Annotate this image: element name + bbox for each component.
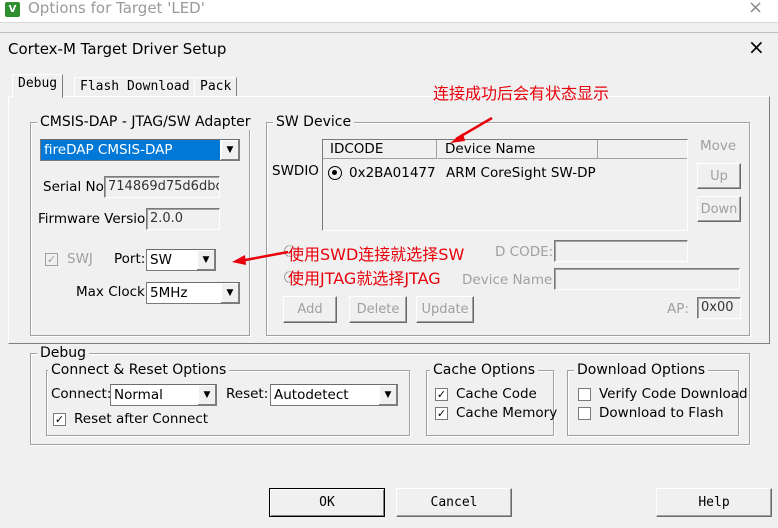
parent-close-icon[interactable]: × [748,0,763,18]
cache-memory-checkbox[interactable]: ✓ [435,407,448,420]
port-arrow-icon [232,250,289,265]
jtag-annotation: 使用JTAG就选择JTAG [288,265,441,289]
cancel-button[interactable]: Cancel [396,488,512,517]
port-select[interactable]: SW ▼ [146,249,216,271]
device-row-idcode[interactable]: 0x2BA01477 [349,165,436,181]
max-clock-value: 5MHz [150,285,188,301]
reset-after-connect-checkbox[interactable]: ✓ [53,413,66,426]
connect-reset-group-label: Connect & Reset Options [48,362,230,378]
verify-code-download-checkbox[interactable] [578,388,591,401]
max-clock-label: Max Clock: [76,284,150,300]
tab-pack[interactable]: Pack [194,77,238,97]
chevron-down-icon[interactable]: ▼ [197,385,216,405]
id-code-label: D CODE: [495,244,554,260]
serial-label: Serial No: [43,179,109,195]
add-button[interactable]: Add [283,296,337,323]
device-name-field [554,268,740,290]
chevron-down-icon[interactable]: ▼ [220,140,239,160]
connect-select[interactable]: Normal ▼ [110,384,217,406]
adapter-select-value: fireDAP CMSIS-DAP [44,142,173,158]
connect-select-value: Normal [114,387,163,403]
adapter-select[interactable]: fireDAP CMSIS-DAP ▼ [40,139,240,161]
cache-code-label: Cache Code [456,386,537,402]
sw-device-group-label: SW Device [273,114,355,130]
download-to-flash-label: Download to Flash [599,405,724,421]
serial-field: 714869d75d6dbc4 [104,176,220,198]
status-arrow-icon [450,116,493,143]
firmware-label: Firmware Version: [38,211,159,227]
idcode-column-header[interactable]: IDCODE [323,140,437,159]
download-options-group [567,370,739,436]
swj-label: SWJ [67,251,93,267]
ap-field: 0x00 [697,297,741,319]
move-label: Move [700,138,737,154]
status-annotation: 连接成功后会有状态显示 [433,84,610,103]
tab-debug[interactable]: Debug [12,74,64,98]
down-button[interactable]: Down [697,196,741,222]
up-button[interactable]: Up [697,163,741,189]
port-label: Port: [114,251,146,267]
download-to-flash-checkbox[interactable] [578,407,591,420]
connect-label: Connect: [51,386,112,402]
swd-annotation: 使用SWD连接就选择SW [288,241,465,265]
device-name-label: Device Name: [462,272,557,288]
max-clock-select[interactable]: 5MHz ▼ [146,282,240,304]
reset-select-value: Autodetect [274,387,349,403]
swdio-label: SWDIO [272,163,319,179]
adapter-group-label: CMSIS-DAP - JTAG/SW Adapter [37,114,254,130]
tab-flash-download[interactable]: Flash Download [74,77,196,97]
cache-options-group-label: Cache Options [430,362,539,378]
ap-label: AP: [667,301,689,317]
cache-memory-label: Cache Memory [456,405,558,421]
selected-radio-icon[interactable] [328,166,342,180]
reset-label: Reset: [226,386,269,402]
firmware-field: 2.0.0 [146,208,220,230]
chevron-down-icon[interactable]: ▼ [196,250,215,270]
cache-options-group [426,370,554,436]
reset-select[interactable]: Autodetect ▼ [270,384,398,406]
debug-group-label: Debug [37,345,90,361]
device-row-name[interactable]: ARM CoreSight SW-DP [446,165,596,181]
help-button[interactable]: Help [656,488,772,517]
chevron-down-icon[interactable]: ▼ [220,283,239,303]
reset-after-connect-label: Reset after Connect [74,411,209,427]
verify-code-download-label: Verify Code Download [599,386,748,402]
cache-code-checkbox[interactable]: ✓ [435,388,448,401]
parent-window-title: Options for Target 'LED' [28,0,205,17]
id-code-field [554,240,688,262]
delete-button[interactable]: Delete [349,296,407,323]
dialog-title: Cortex-M Target Driver Setup [8,40,227,58]
update-button[interactable]: Update [416,296,474,323]
dialog-close-icon[interactable]: × [748,37,765,57]
keil-logo-icon: V [5,2,20,17]
port-select-value: SW [150,252,172,268]
chevron-down-icon[interactable]: ▼ [378,385,397,405]
download-options-group-label: Download Options [574,362,709,378]
swj-checkbox[interactable]: ✓ [45,253,58,266]
empty-column-header [598,140,687,159]
ok-button[interactable]: OK [269,488,385,517]
